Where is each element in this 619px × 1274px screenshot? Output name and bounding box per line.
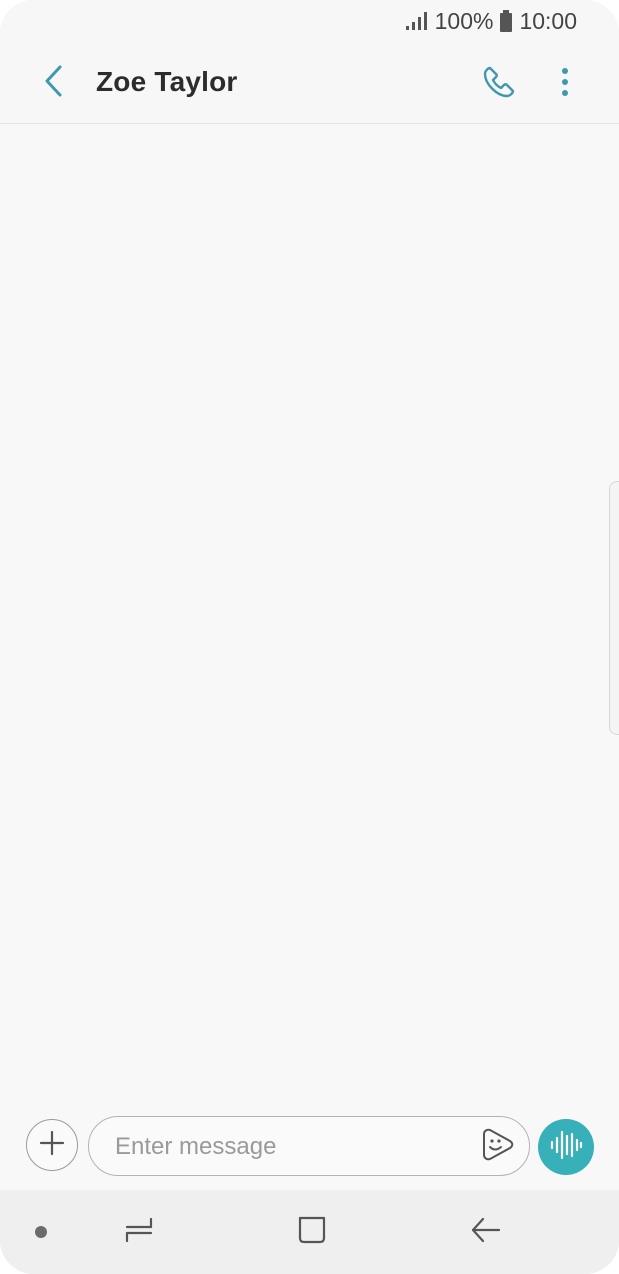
battery-icon	[499, 10, 513, 32]
voice-wave-icon	[549, 1130, 583, 1165]
attach-button[interactable]	[26, 1119, 78, 1171]
edge-panel-handle[interactable]	[609, 481, 619, 735]
sticker-button[interactable]	[479, 1128, 515, 1164]
status-indicators: 100% 10:00	[405, 7, 577, 35]
navigation-bar	[0, 1190, 619, 1274]
recents-icon	[123, 1215, 155, 1250]
back-button[interactable]	[32, 61, 76, 105]
plus-icon	[39, 1130, 65, 1161]
status-time: 10:00	[519, 7, 577, 34]
recents-button[interactable]	[119, 1214, 159, 1250]
home-button[interactable]	[292, 1214, 332, 1250]
message-composer	[0, 1110, 619, 1190]
back-arrow-icon	[469, 1215, 503, 1250]
more-options-button[interactable]	[545, 61, 585, 107]
home-icon	[296, 1214, 328, 1251]
more-vertical-icon	[561, 67, 569, 102]
message-field	[88, 1116, 530, 1176]
voice-input-button[interactable]	[538, 1119, 594, 1175]
call-button[interactable]	[476, 61, 522, 107]
phone-icon	[481, 64, 517, 105]
contact-name: Zoe Taylor	[96, 66, 238, 97]
message-input[interactable]	[113, 1117, 457, 1176]
status-bar: 100% 10:00	[0, 0, 619, 44]
nav-dot-button[interactable]	[35, 1226, 47, 1238]
chevron-left-icon	[42, 64, 66, 103]
conversation-header: Zoe Taylor	[0, 44, 619, 124]
message-list[interactable]	[0, 124, 619, 1110]
battery-percentage: 100%	[434, 7, 494, 34]
back-nav-button[interactable]	[466, 1214, 506, 1250]
signal-bars-icon	[405, 11, 429, 31]
sticker-icon	[479, 1126, 515, 1167]
phone-screen: 100% 10:00 Zoe Taylor	[0, 0, 619, 1274]
